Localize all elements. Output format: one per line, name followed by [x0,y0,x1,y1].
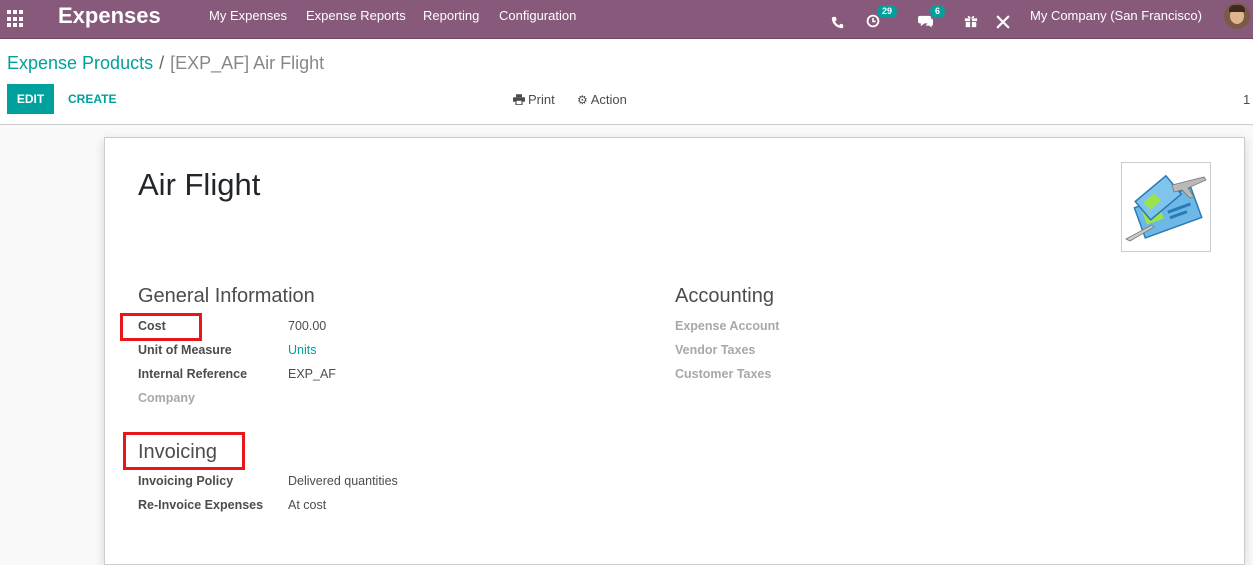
message-count-badge: 6 [930,5,946,18]
app-title[interactable]: Expenses [58,3,161,29]
invoicing-highlight-box [123,432,245,470]
expense-account-label: Expense Account [675,319,780,333]
gift-icon[interactable] [964,8,979,28]
user-avatar[interactable] [1224,3,1250,29]
phone-icon[interactable] [831,9,845,29]
breadcrumb-separator: / [159,53,165,73]
create-button[interactable]: CREATE [60,84,124,114]
breadcrumb: Expense Products / [EXP_AF] Air Flight [7,52,324,74]
invoicing-policy-value: Delivered quantities [288,474,398,488]
menu-my-expenses[interactable]: My Expenses [209,0,287,38]
top-navbar: Expenses My Expenses Expense Reports Rep… [0,0,1253,39]
internal-ref-label: Internal Reference [138,367,248,381]
tools-icon[interactable] [996,9,1011,29]
print-menu[interactable]: Print [513,92,555,108]
menu-configuration[interactable]: Configuration [499,0,576,38]
cost-value: 700.00 [288,319,327,333]
uom-link[interactable]: Units [288,342,316,358]
control-panel: Expense Products / [EXP_AF] Air Flight EDI… [0,39,1253,125]
customer-taxes-label: Customer Taxes [675,367,772,381]
product-image[interactable] [1121,162,1211,252]
accounting-heading: Accounting [675,285,774,307]
company-label: Company [138,391,195,405]
reinvoice-value: At cost [288,498,327,512]
menu-expense-reports[interactable]: Expense Reports [306,0,406,38]
invoicing-policy-label: Invoicing Policy [138,474,234,488]
cost-highlight-box [120,313,202,341]
breadcrumb-current: [EXP_AF] Air Flight [170,53,325,73]
print-label: Print [528,92,555,107]
reinvoice-label: Re-Invoice Expenses [138,498,264,512]
activity-count-badge: 29 [877,5,898,18]
action-menu[interactable]: ⚙ Action [577,92,627,108]
company-switcher[interactable]: My Company (San Francisco) [1030,0,1202,38]
general-info-heading: General Information [138,285,315,307]
uom-label: Unit of Measure [138,343,232,357]
pager-value[interactable]: 1 [1243,92,1250,107]
vendor-taxes-label: Vendor Taxes [675,343,756,357]
apps-grid-icon[interactable] [7,10,25,28]
menu-reporting[interactable]: Reporting [423,0,479,38]
edit-button[interactable]: EDIT [7,84,54,114]
print-icon [513,94,525,106]
gear-icon: ⚙ [577,93,588,107]
internal-ref-value: EXP_AF [288,367,336,381]
form-sheet: Air Flight General Information Cost 700.… [104,137,1245,565]
record-title: Air Flight [138,167,261,202]
action-label: Action [590,92,627,107]
breadcrumb-parent[interactable]: Expense Products [7,53,153,73]
